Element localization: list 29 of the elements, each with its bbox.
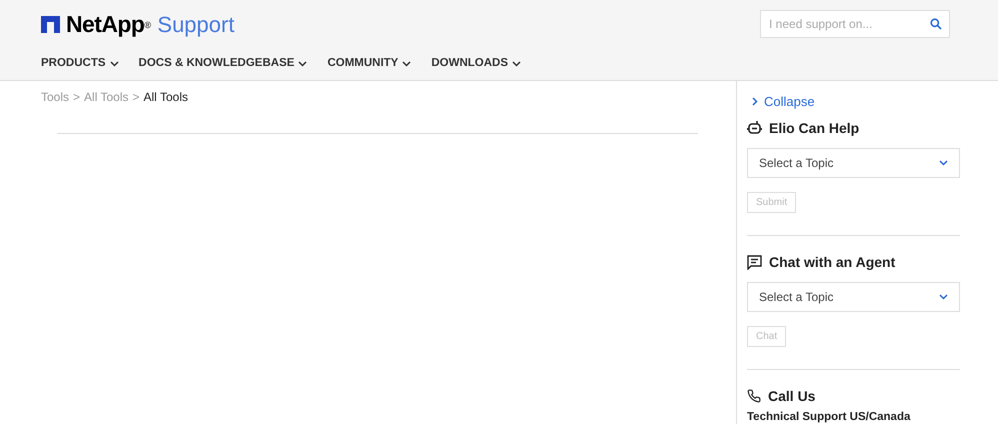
section-title: Chat with an Agent [769, 252, 896, 272]
robot-icon [747, 120, 762, 136]
collapse-link[interactable]: Collapse [752, 92, 815, 112]
chevron-down-icon [512, 60, 522, 67]
nav-menu[interactable]: DOCS & KNOWLEDGEBASE [138, 55, 308, 72]
search-field[interactable]: I need support on... [760, 10, 950, 38]
phone-subtitle: Technical Support US/Canada [747, 410, 912, 424]
chevron-down-icon [939, 294, 948, 300]
topic-select[interactable]: Select a Topic [747, 148, 960, 178]
section-title: Elio Can Help [769, 118, 860, 138]
phone-icon [747, 389, 761, 403]
breadcrumb-link[interactable]: All Tools [144, 88, 188, 106]
section-title: Call Us [768, 386, 816, 406]
nav-menu[interactable]: PRODUCTS [41, 55, 119, 72]
logo-text: NetApp$^{®}$ [66, 13, 150, 36]
product-name: Support [157, 14, 234, 36]
chevron-right-icon [752, 97, 758, 106]
chevron-down-icon [402, 60, 412, 67]
chevron-down-icon [110, 60, 119, 67]
logo-icon [41, 16, 60, 33]
search-icon[interactable] [930, 18, 942, 30]
chat-icon [747, 254, 762, 270]
topic-select[interactable]: Select a Topic [747, 282, 960, 312]
chevron-down-icon [939, 160, 948, 166]
breadcrumb-separator: > [132, 89, 140, 106]
breadcrumb-separator: > [73, 89, 80, 106]
chevron-down-icon [298, 60, 308, 67]
nav-menu[interactable]: DOWNLOADS [431, 55, 522, 72]
nav-menu[interactable]: COMMUNITY [327, 55, 412, 72]
